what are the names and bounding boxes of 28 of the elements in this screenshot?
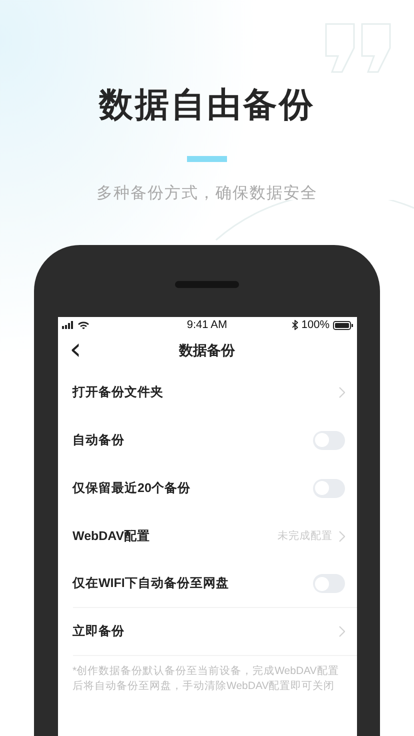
toggle-row[interactable]: 仅保留最近20个备份 [72, 464, 356, 512]
toggle-row[interactable]: 自动备份 [72, 416, 356, 464]
battery-icon [332, 320, 352, 330]
chevron-icon [338, 530, 344, 542]
row-label: WebDAV配置 [72, 528, 150, 544]
row-label: 立即备份 [72, 623, 124, 640]
screen-title: 数据备份 [179, 342, 235, 360]
speaker-slot [175, 281, 239, 288]
row-label: 自动备份 [72, 432, 124, 448]
footnote: *创作数据备份默认备份至当前设备，完成WebDAV配置后将自动备份至网盘，手动清除WebDAV配置即可关闭 [72, 664, 340, 694]
quote-mark-icon [324, 22, 392, 74]
status-time: 9:41 AM [186, 319, 228, 331]
row-label: 仅保留最近20个备份 [72, 480, 190, 496]
headline: 数据自由备份 [99, 85, 315, 125]
toggle-row[interactable]: 仅在WIFI下自动备份至网盘 [72, 560, 356, 608]
row-label: 仅在WIFI下自动备份至网盘 [72, 575, 229, 592]
signal-icon [62, 321, 74, 329]
chevron-icon [338, 626, 344, 637]
battery-percent: 100% [301, 319, 330, 331]
settings-row[interactable]: 立即备份 [72, 608, 356, 656]
accent-bar [187, 156, 227, 162]
back-button[interactable]: ‹ [70, 337, 82, 363]
subtitle: 多种备份方式，确保数据安全 [96, 184, 318, 204]
bluetooth-icon [292, 320, 298, 330]
chevron-icon [338, 386, 344, 398]
settings-row[interactable]: 打开备份文件夹 [72, 368, 356, 416]
wifi-icon [78, 321, 88, 329]
row-label: 打开备份文件夹 [72, 384, 164, 400]
